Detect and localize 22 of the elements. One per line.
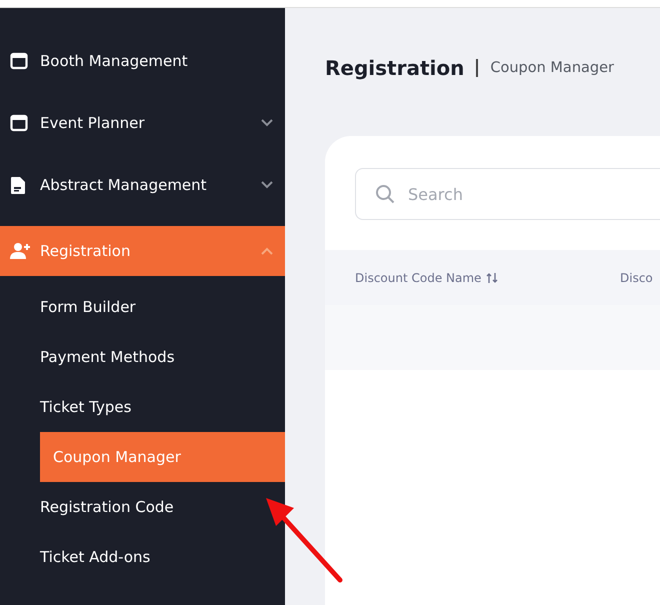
sidebar-subitem[interactable]: Registration Code bbox=[40, 482, 285, 532]
sidebar-subitem[interactable]: Form Builder bbox=[40, 282, 285, 332]
page-title: Registration bbox=[325, 56, 464, 80]
sidebar-subitem[interactable]: Payment Methods bbox=[40, 332, 285, 382]
window-icon bbox=[10, 114, 28, 132]
sidebar-item[interactable]: Abstract Management bbox=[0, 154, 285, 216]
column-header[interactable]: Discount Code Name bbox=[355, 270, 498, 284]
sidebar-item[interactable]: Event Planner bbox=[0, 92, 285, 154]
sidebar-item[interactable]: Booth Management bbox=[0, 30, 285, 92]
chevron-down-icon bbox=[261, 181, 273, 189]
search-field[interactable]: Search bbox=[355, 168, 660, 220]
sort-icon bbox=[486, 272, 498, 284]
column-header: Disco bbox=[620, 270, 653, 284]
window-icon bbox=[10, 52, 28, 70]
chevron-up-icon bbox=[261, 247, 273, 255]
chevron-down-icon bbox=[261, 119, 273, 127]
search-icon bbox=[375, 184, 395, 204]
sidebar-subitem[interactable]: Ticket Types bbox=[40, 382, 285, 432]
document-icon bbox=[10, 176, 26, 194]
page-subtitle: Coupon Manager bbox=[490, 60, 614, 76]
add-user-icon bbox=[10, 242, 32, 260]
sidebar-subitem[interactable]: Ticket Add-ons bbox=[40, 532, 285, 582]
